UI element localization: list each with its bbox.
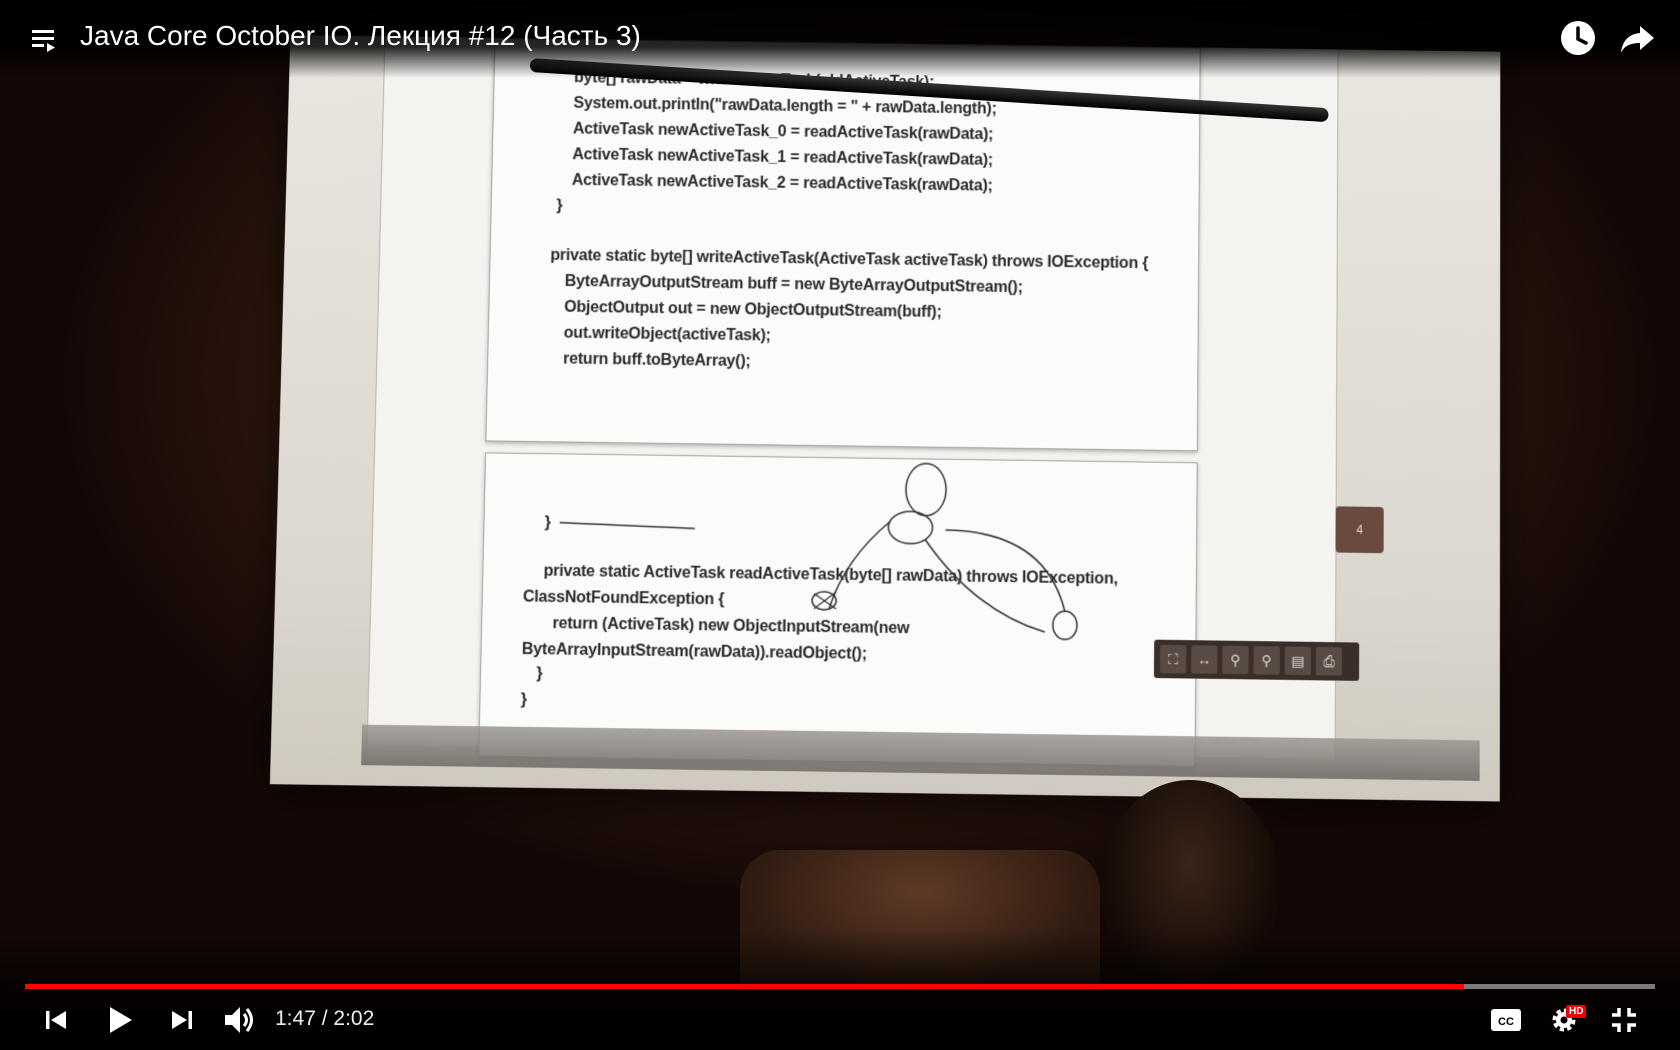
print-icon: ⎙	[1316, 647, 1342, 676]
top-bar: Java Core October IO. Лекция #12 (Часть …	[0, 0, 1680, 78]
handwritten-diagram	[479, 453, 1196, 765]
volume-icon	[222, 1004, 258, 1036]
playlist-icon[interactable]	[30, 26, 58, 54]
volume-button[interactable]	[218, 1000, 262, 1040]
code-line: ByteArrayOutputStream buff = new ByteArr…	[565, 273, 1023, 297]
time-separator: /	[316, 1007, 334, 1030]
play-button[interactable]	[100, 1000, 140, 1040]
code-line: ObjectOutput out = new ObjectOutputStrea…	[564, 299, 942, 322]
svg-text:CC: CC	[1498, 1016, 1514, 1028]
fit-page-icon: ⛶	[1160, 645, 1186, 674]
code-line: ActiveTask newActiveTask_2 = readActiveT…	[572, 172, 993, 196]
duration: 2:02	[333, 1007, 374, 1030]
next-icon	[168, 1006, 196, 1034]
save-icon: ▤	[1285, 647, 1311, 676]
captions-button[interactable]: CC	[1486, 1000, 1526, 1040]
code-line: private static byte[] writeActiveTask(Ac…	[550, 247, 1148, 273]
previous-button[interactable]	[38, 1000, 74, 1040]
code-line: ActiveTask newActiveTask_0 = readActiveT…	[573, 121, 994, 145]
viewer-toolbar: ⛶ ↔ ⚲ ⚲ ▤ ⎙	[1154, 640, 1359, 681]
video-title[interactable]: Java Core October IO. Лекция #12 (Часть …	[80, 20, 641, 52]
fit-width-icon: ↔	[1191, 645, 1217, 674]
hd-badge: HD	[1566, 1005, 1586, 1018]
code-line: ActiveTask newActiveTask_1 = readActiveT…	[572, 146, 993, 170]
exit-fullscreen-button[interactable]	[1604, 1000, 1644, 1040]
clock-icon[interactable]	[1558, 18, 1598, 58]
time-display: 1:47 / 2:02	[275, 1007, 374, 1031]
share-icon[interactable]	[1618, 18, 1658, 58]
play-icon	[104, 1004, 136, 1036]
progress-bar[interactable]	[25, 984, 1655, 989]
document-viewer: byte[] rawData = writeActiveTask(oldActi…	[367, 36, 1339, 758]
code-line: return buff.toByteArray();	[563, 351, 751, 372]
captions-icon: CC	[1490, 1007, 1522, 1033]
projection-screen: byte[] rawData = writeActiveTask(oldActi…	[270, 35, 1500, 802]
zoom-in-icon: ⚲	[1253, 646, 1279, 675]
next-button[interactable]	[164, 1000, 200, 1040]
current-time: 1:47	[275, 1007, 316, 1030]
code-line: System.out.println("rawData.length = " +…	[573, 95, 996, 119]
code-line: }	[556, 197, 562, 215]
exit-fullscreen-icon	[1609, 1005, 1639, 1035]
zoom-out-icon: ⚲	[1222, 646, 1248, 675]
code-page-2: } private static ActiveTask readActiveTa…	[478, 452, 1198, 766]
video-frame[interactable]: byte[] rawData = writeActiveTask(oldActi…	[0, 0, 1680, 1050]
page-number-tab: 4	[1335, 506, 1383, 553]
progress-played	[25, 984, 1464, 989]
previous-icon	[42, 1006, 70, 1034]
code-line: out.writeObject(activeTask);	[563, 325, 770, 346]
